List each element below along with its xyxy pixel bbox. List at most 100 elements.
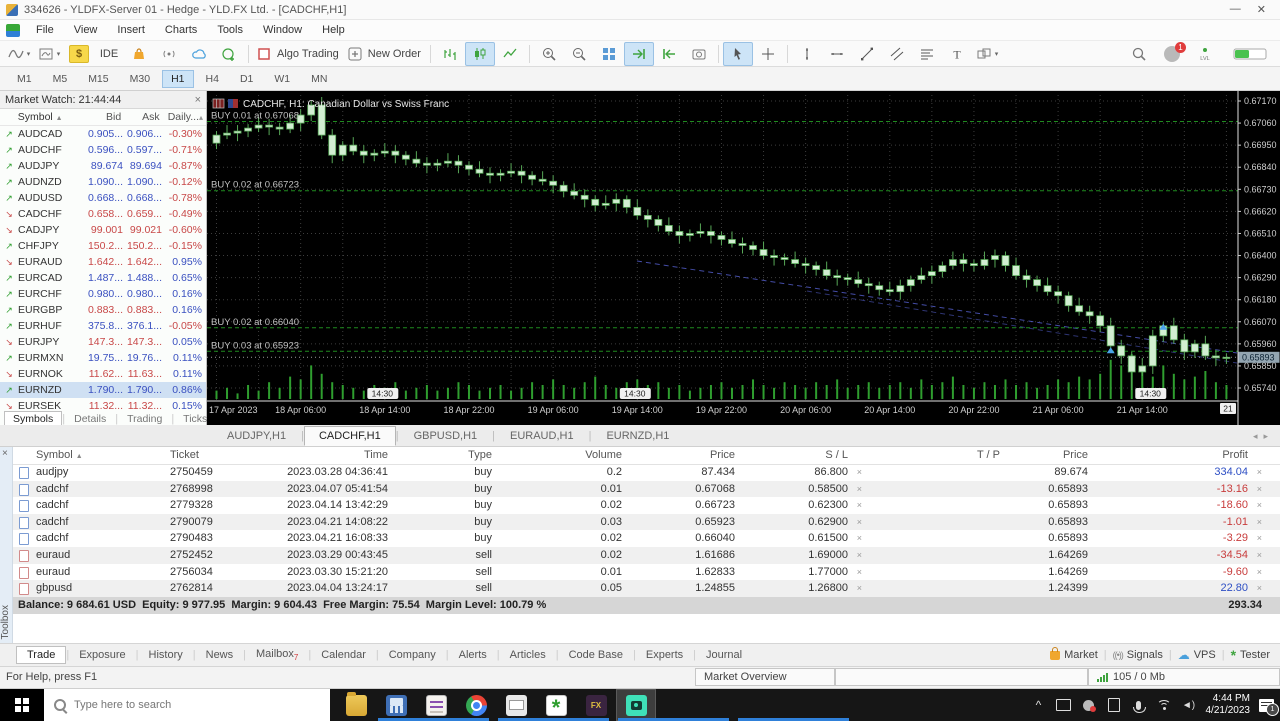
market-watch-row[interactable]: ↗AUDUSD0.668...0.668...-0.78% (0, 190, 206, 206)
fx-app-taskbar-button[interactable]: FX (576, 689, 616, 721)
mw-col-daily[interactable]: Daily... (160, 111, 199, 123)
tray-expand-chevron-icon[interactable]: ^ (1031, 698, 1047, 712)
calculator-taskbar-button[interactable] (376, 689, 416, 721)
market-watch-row[interactable]: ↗EURGBP0.883...0.883...0.16% (0, 302, 206, 318)
timeframe-mn[interactable]: MN (302, 70, 336, 88)
timeframe-m15[interactable]: M15 (79, 70, 117, 88)
timeframe-h1[interactable]: H1 (162, 70, 193, 88)
line-chart-button[interactable] (495, 42, 525, 66)
market-overview-box[interactable]: Market Overview (695, 668, 835, 686)
market-watch-row[interactable]: ↘CADJPY99.00199.021-0.60% (0, 222, 206, 238)
market-watch-row[interactable]: ↘CADCHF0.658...0.659...-0.49% (0, 206, 206, 222)
account-toggle-icon[interactable] (1230, 42, 1270, 66)
minimize-button[interactable]: — (1230, 3, 1241, 16)
position-close-icon[interactable]: × (1257, 550, 1262, 560)
app-alert-tray-icon[interactable] (1081, 698, 1097, 712)
position-close-icon[interactable]: × (1257, 467, 1262, 477)
market-watch-row[interactable]: ↗AUDCHF0.596...0.597...-0.71% (0, 142, 206, 158)
timeframe-d1[interactable]: D1 (231, 70, 262, 88)
bottom-tab-mailbox[interactable]: Mailbox7 (246, 646, 308, 664)
market-watch-close-icon[interactable]: × (195, 94, 201, 106)
timeframe-h4[interactable]: H4 (197, 70, 228, 88)
bottom-tab-exposure[interactable]: Exposure (69, 647, 135, 663)
timeframe-m30[interactable]: M30 (121, 70, 159, 88)
close-button[interactable]: ✕ (1257, 3, 1266, 16)
market-watch-row[interactable]: ↗AUDJPY89.67489.694-0.87% (0, 158, 206, 174)
menu-file[interactable]: File (26, 22, 64, 38)
sl-close-icon[interactable]: × (857, 500, 862, 510)
trade-row[interactable]: cadchf27904832023.04.21 16:08:33buy0.020… (0, 530, 1280, 547)
service-market[interactable]: Market (1050, 649, 1098, 661)
col-price[interactable]: Price (710, 449, 735, 461)
trade-row[interactable]: audjpy27504592023.03.28 04:36:41buy0.287… (0, 464, 1280, 481)
algo-trading-button[interactable]: Algo Trading (253, 42, 344, 66)
cursor-button[interactable] (723, 42, 753, 66)
trade-row[interactable]: cadchf27689982023.04.07 05:41:54buy0.010… (0, 481, 1280, 498)
chart-profiles-button[interactable]: ▾ (34, 42, 64, 66)
bottom-tab-news[interactable]: News (196, 647, 244, 663)
microphone-tray-icon[interactable] (1131, 698, 1147, 712)
market-watch-row[interactable]: ↘EURNOK11.62...11.63...0.11% (0, 366, 206, 382)
taskbar-clock[interactable]: 4:44 PM 4/21/2023 (1206, 693, 1251, 717)
timeframe-m5[interactable]: M5 (44, 70, 77, 88)
col-symbol[interactable]: Symbol ▲ (36, 449, 83, 461)
market-watch-row[interactable]: ↗CHFJPY150.2...150.2...-0.15% (0, 238, 206, 254)
mw-col-symbol[interactable]: Symbol ▲ (18, 111, 77, 123)
sl-close-icon[interactable]: × (857, 484, 862, 494)
market-watch-row[interactable]: ↘EURAUD1.642...1.642...0.95% (0, 254, 206, 270)
candle-chart-button[interactable] (465, 42, 495, 66)
col-price-current[interactable]: Price (1063, 449, 1088, 461)
sl-close-icon[interactable]: × (857, 533, 862, 543)
search-button[interactable] (1124, 42, 1154, 66)
vps-button[interactable] (184, 42, 214, 66)
toolbox-close-icon[interactable]: × (2, 448, 8, 459)
mw-col-ask[interactable]: Ask (121, 111, 159, 123)
position-close-icon[interactable]: × (1257, 567, 1262, 577)
action-center-icon[interactable]: 1 (1259, 699, 1274, 712)
bottom-tab-experts[interactable]: Experts (636, 647, 693, 663)
service-tester[interactable]: *Tester (1231, 649, 1270, 661)
position-close-icon[interactable]: × (1257, 500, 1262, 510)
market-watch-row[interactable]: ↗EURCAD1.487...1.488...0.65% (0, 270, 206, 286)
col-ticket[interactable]: Ticket (170, 449, 199, 461)
display-tray-icon[interactable] (1056, 698, 1072, 712)
horizontal-line-button[interactable] (822, 42, 852, 66)
market-watch-row[interactable]: ↘EURJPY147.3...147.3...0.05% (0, 334, 206, 350)
shapes-button[interactable]: ▾ (972, 42, 1002, 66)
menu-help[interactable]: Help (312, 22, 355, 38)
crosshair-button[interactable] (753, 42, 783, 66)
timeframe-m1[interactable]: M1 (8, 70, 41, 88)
text-button[interactable]: T (942, 42, 972, 66)
menu-view[interactable]: View (64, 22, 108, 38)
mw-scroll-up-icon[interactable]: ▴ (199, 113, 206, 122)
sl-close-icon[interactable]: × (857, 550, 862, 560)
recorder-taskbar-button[interactable] (616, 689, 656, 721)
menu-window[interactable]: Window (253, 22, 312, 38)
chart-tab-audjpy-h1[interactable]: AUDJPY,H1 (212, 426, 301, 446)
notes-taskbar-button[interactable] (416, 689, 456, 721)
col-type[interactable]: Type (468, 449, 492, 461)
wifi-tray-icon[interactable] (1156, 698, 1172, 712)
ide-button[interactable]: IDE (94, 42, 124, 66)
zoom-in-button[interactable] (534, 42, 564, 66)
notifications-icon[interactable]: 1 (1164, 46, 1180, 62)
market-button[interactable] (124, 42, 154, 66)
start-button[interactable] (0, 689, 44, 721)
trade-row[interactable]: euraud27560342023.03.30 15:21:20sell0.01… (0, 564, 1280, 581)
col-volume[interactable]: Volume (585, 449, 622, 461)
trendline-button[interactable] (852, 42, 882, 66)
chart-tab-scroll-icons[interactable]: ◂▸ (1253, 431, 1274, 442)
market-watch-row[interactable]: ↗EURNZD1.790...1.790...0.86% (0, 382, 206, 398)
zoom-out-button[interactable] (564, 42, 594, 66)
trade-row[interactable]: euraud27524522023.03.29 00:43:45sell0.02… (0, 547, 1280, 564)
market-watch-row[interactable]: ↗AUDCAD0.905...0.906...-0.30% (0, 126, 206, 142)
bottom-tab-articles[interactable]: Articles (500, 647, 556, 663)
signals-button[interactable] (154, 42, 184, 66)
market-watch-row[interactable]: ↗EURHUF375.8...376.1...-0.05% (0, 318, 206, 334)
sl-close-icon[interactable]: × (857, 583, 862, 593)
clipboard-tray-icon[interactable] (1106, 698, 1122, 712)
trade-row[interactable]: cadchf27900792023.04.21 14:08:22buy0.030… (0, 514, 1280, 531)
bottom-tab-journal[interactable]: Journal (696, 647, 752, 663)
col-tp[interactable]: T / P (977, 449, 1000, 461)
position-close-icon[interactable]: × (1257, 533, 1262, 543)
